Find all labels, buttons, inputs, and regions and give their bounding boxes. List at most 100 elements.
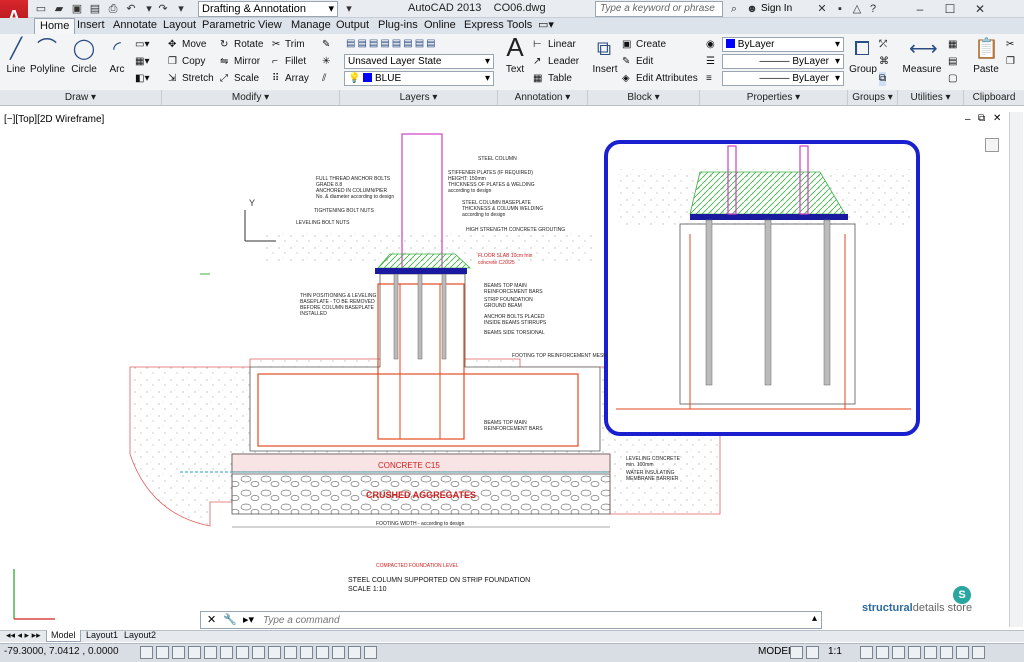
match-properties-icon[interactable]: ◉ <box>706 38 715 52</box>
mirror-button[interactable]: Mirror <box>234 55 260 69</box>
quick-access-menu-icon[interactable]: ▾ <box>342 2 356 16</box>
auto-scale-icon[interactable] <box>876 646 889 659</box>
erase-icon[interactable]: ✎ <box>322 38 330 52</box>
model-space-button[interactable]: MODEL <box>758 646 794 657</box>
tab-online[interactable]: Online <box>419 18 461 34</box>
ribbon-toggle-icon[interactable]: ▭▾ <box>533 18 559 34</box>
annotation-panel-title[interactable]: Annotation ▾ <box>498 90 588 105</box>
hardware-acceleration-icon[interactable] <box>924 646 937 659</box>
exchange-icon[interactable]: ✕ <box>815 2 829 16</box>
selection-cycling-icon[interactable] <box>348 646 361 659</box>
calculator-icon[interactable]: ▤ <box>948 55 957 69</box>
object-snap-icon[interactable] <box>220 646 233 659</box>
group-button[interactable]: Group <box>849 64 877 75</box>
tab-insert[interactable]: Insert <box>72 18 110 34</box>
workspace-switching-icon[interactable] <box>892 646 905 659</box>
block-panel-title[interactable]: Block ▾ <box>588 90 700 105</box>
tab-parametric[interactable]: Parametric <box>197 18 260 34</box>
hatch-icon[interactable]: ▦▾ <box>135 55 149 69</box>
quick-view-drawings-icon[interactable] <box>806 646 819 659</box>
redo-icon[interactable]: ↷ <box>156 2 170 16</box>
coordinate-readout[interactable]: -79.3000, 7.0412 , 0.0000 <box>4 646 119 657</box>
infer-constraints-icon[interactable] <box>140 646 153 659</box>
lineweight-toggle-icon[interactable] <box>300 646 313 659</box>
object-snap-tracking-icon[interactable] <box>252 646 265 659</box>
clipboard-panel-title[interactable]: Clipboard <box>964 90 1024 105</box>
group-edit-icon[interactable]: ⌘ <box>879 55 889 69</box>
annotation-scale[interactable]: 1:1 <box>828 646 842 657</box>
workspace-dropdown[interactable]: Drafting & Annotation ▾ <box>198 1 338 17</box>
polar-tracking-icon[interactable] <box>204 646 217 659</box>
help-search-input[interactable]: Type a keyword or phrase <box>595 1 723 17</box>
tab-output[interactable]: Output <box>331 18 374 34</box>
clean-screen-icon[interactable] <box>972 646 985 659</box>
tab-annotate[interactable]: Annotate <box>108 18 162 34</box>
dynamic-ucs-icon[interactable] <box>268 646 281 659</box>
steering-wheel-icon[interactable] <box>985 138 999 152</box>
explode-icon[interactable]: ✳ <box>322 55 330 69</box>
transparency-icon[interactable] <box>316 646 329 659</box>
app-store-icon[interactable]: ▪ <box>833 2 847 16</box>
chevron-up-icon[interactable]: ▴ <box>812 613 817 624</box>
annotation-visibility-icon[interactable] <box>860 646 873 659</box>
quick-select-icon[interactable]: ▦ <box>948 38 957 52</box>
linetype-dropdown[interactable]: ——— ByLayer ▾ <box>722 71 844 86</box>
customize-icon[interactable]: 🔧 <box>223 613 237 626</box>
rectangle-icon[interactable]: ▭▾ <box>135 38 149 52</box>
undo-icon[interactable]: ↶ <box>124 2 138 16</box>
save-icon[interactable]: ▣ <box>70 2 84 16</box>
new-file-icon[interactable]: ▭ <box>34 2 48 16</box>
quick-view-layouts-icon[interactable] <box>790 646 803 659</box>
layer-tools-icons[interactable]: ▤▤▤▤▤▤▤▤ <box>346 37 438 51</box>
layers-panel-title[interactable]: Layers ▾ <box>340 90 498 105</box>
grid-display-icon[interactable] <box>172 646 185 659</box>
stay-connected-icon[interactable]: △ <box>850 2 864 16</box>
isolate-objects-icon[interactable] <box>940 646 953 659</box>
scale-button[interactable]: Scale <box>234 72 259 86</box>
groups-panel-title[interactable]: Groups ▾ <box>848 90 898 105</box>
help-icon[interactable]: ? <box>866 2 880 16</box>
tab-view[interactable]: View <box>253 18 287 34</box>
open-file-icon[interactable]: ▰ <box>52 2 66 16</box>
move-button[interactable]: Move <box>182 38 206 52</box>
layout-nav-icons[interactable]: ◂◂ ◂ ▸ ▸▸ <box>2 630 45 642</box>
ortho-mode-icon[interactable] <box>188 646 201 659</box>
insert-button[interactable]: Insert <box>590 64 620 75</box>
search-icon[interactable]: ⌕ <box>727 2 741 16</box>
tab-manage[interactable]: Manage <box>286 18 336 34</box>
stretch-button[interactable]: Stretch <box>182 72 214 86</box>
line-button[interactable]: Line <box>2 64 30 75</box>
tab-express-tools[interactable]: Express Tools <box>459 18 537 34</box>
group-selection-icon[interactable]: ⧉ <box>879 72 887 86</box>
rotate-button[interactable]: Rotate <box>234 38 263 52</box>
status-menu-icon[interactable] <box>956 646 969 659</box>
navigation-bar[interactable] <box>985 112 1001 164</box>
user-icon[interactable]: ☻ <box>745 2 759 16</box>
command-input[interactable] <box>263 613 803 628</box>
save-as-icon[interactable]: ▤ <box>88 2 102 16</box>
close-button[interactable]: ✕ <box>965 0 995 18</box>
copy-clip-icon[interactable]: ❐ <box>1006 55 1015 69</box>
trim-button[interactable]: Trim <box>285 38 305 52</box>
lock-icon[interactable] <box>908 646 921 659</box>
draw-panel-title[interactable]: Draw ▾ <box>0 90 162 105</box>
color-dropdown[interactable]: ByLayer ▾ <box>722 37 844 52</box>
redo-dropdown-icon[interactable]: ▾ <box>174 2 188 16</box>
measure-button[interactable]: Measure <box>902 64 942 75</box>
vertical-scrollbar[interactable] <box>1009 112 1023 627</box>
snap-mode-icon[interactable] <box>156 646 169 659</box>
select-all-icon[interactable]: ▢ <box>948 72 957 86</box>
paste-button[interactable]: Paste <box>970 64 1002 75</box>
sign-in-link[interactable]: Sign In <box>761 3 792 14</box>
cut-icon[interactable]: ✂ <box>1006 38 1014 52</box>
linear-button[interactable]: Linear <box>548 38 576 52</box>
copy-button[interactable]: Copy <box>182 55 205 69</box>
text-button[interactable]: Text <box>502 64 528 75</box>
polyline-button[interactable]: Polyline <box>30 64 65 75</box>
tab-layout2[interactable]: Layout2 <box>120 630 160 642</box>
recent-commands-icon[interactable]: ▸▾ <box>243 613 254 626</box>
layer-dropdown[interactable]: 💡 BLUE ▾ <box>344 71 494 86</box>
tab-layout[interactable]: Layout <box>158 18 201 34</box>
dynamic-input-icon[interactable] <box>284 646 297 659</box>
offset-icon[interactable]: ⫽ <box>322 72 326 86</box>
